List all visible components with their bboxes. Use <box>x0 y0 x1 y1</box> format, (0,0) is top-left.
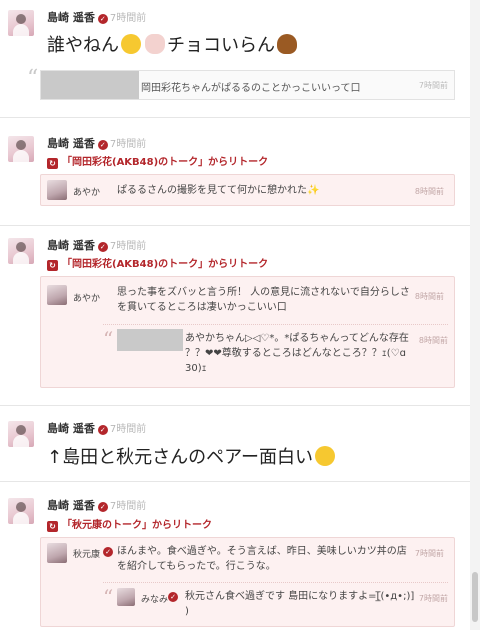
verified-check-icon: ✓ <box>103 547 113 557</box>
post-text: ↑島田と秋元さんのペアー面白い <box>47 443 337 469</box>
raised-hand-emoji-icon <box>145 34 165 54</box>
quote-icon: “ <box>103 327 114 351</box>
scrollbar-thumb[interactable] <box>472 572 478 622</box>
avatar[interactable] <box>47 543 67 563</box>
post-text-part: 誰やねん <box>47 35 119 56</box>
quoted-text: あやかちゃん▷◁♡*。*ぱるちゃんってどんな存在 ？？❤❤尊敬するところはどんな… <box>185 333 409 374</box>
verified-check-icon: ✓ <box>97 14 108 24</box>
retalk-icon: ↻ <box>47 521 58 532</box>
post-1: 島崎 遥香 ✓ 7時間前 誰やねん チョコいらん “ 岡田彩花ちゃんがぱるるのことかっ… <box>0 0 470 118</box>
laughing-emoji-icon <box>315 446 336 466</box>
post-time: 7時間前 <box>109 241 147 252</box>
post-time: 7時間前 <box>109 501 147 512</box>
post-3: 島崎 遥香 ✓ 7時間前 ↻ 「岡田彩花(AKB48)のトーク」からリトーク あやか … <box>0 226 470 406</box>
author-name[interactable]: 島崎 遥香 <box>47 499 95 512</box>
redacted-image <box>41 71 139 99</box>
baby-face-emoji-icon <box>121 34 141 54</box>
retalk-source[interactable]: ↻ 「岡田彩花(AKB48)のトーク」からリトーク <box>47 153 268 169</box>
post-header: 島崎 遥香 ✓ 7時間前 <box>47 9 146 25</box>
retalk-label: 「岡田彩花(AKB48)のトーク」からリトーク <box>62 259 269 270</box>
retalk-box[interactable]: あやか ぱるるさんの撮影を見てて何かに憩かれた✨ 8時間前 <box>40 174 455 206</box>
verified-check-icon: ✓ <box>97 242 108 252</box>
quote-icon: “ <box>27 66 39 91</box>
quoted-message[interactable]: 岡田彩花ちゃんがぱるるのことかっこいいって口 7時間前 <box>40 70 455 100</box>
author-name[interactable]: 島崎 遥香 <box>47 239 95 252</box>
post-header: 島崎 遥香 ✓ 7時間前 <box>47 497 146 513</box>
sender-name[interactable]: あやか <box>73 291 100 304</box>
sender-name[interactable]: みなみ <box>141 592 168 605</box>
quoted-text: 秋元さん食べ過ぎです 島田になりますよ=[̲̅(•д•;)] ) <box>185 591 415 617</box>
redacted-image <box>117 329 183 351</box>
avatar[interactable] <box>8 238 34 264</box>
sender-name[interactable]: あやか <box>73 185 100 198</box>
retalk-icon: ↻ <box>47 158 58 169</box>
avatar[interactable] <box>8 10 34 36</box>
message-text: 思った事をズバッと言う所！ 人の意見に流されないで自分らしさ を貫いてるところは… <box>117 287 410 313</box>
verified-check-icon: ✓ <box>97 140 108 150</box>
post-text: 誰やねん チョコいらん <box>47 31 299 57</box>
retalk-box[interactable]: あやか 思った事をズバッと言う所！ 人の意見に流されないで自分らしさ を貫いてる… <box>40 276 455 388</box>
retalk-label: 「岡田彩花(AKB48)のトーク」からリトーク <box>62 157 269 168</box>
author-name[interactable]: 島崎 遥香 <box>47 11 95 24</box>
post-header: 島崎 遥香 ✓ 7時間前 <box>47 135 146 151</box>
retalk-source[interactable]: ↻ 「岡田彩花(AKB48)のトーク」からリトーク <box>47 255 268 271</box>
post-5: 島崎 遥香 ✓ 7時間前 ↻ 「秋元康のトーク」からリトーク 秋元康 ✓ ほんまや。食… <box>0 482 470 630</box>
talk-feed: 島崎 遥香 ✓ 7時間前 誰やねん チョコいらん “ 岡田彩花ちゃんがぱるるのことかっ… <box>0 0 470 630</box>
post-time: 7時間前 <box>109 139 147 150</box>
author-name[interactable]: 島崎 遥香 <box>47 422 95 435</box>
message-text: ぱるるさんの撮影を見てて何かに憩かれた✨ <box>117 185 320 196</box>
quoted-time: 7時間前 <box>418 594 448 603</box>
post-header: 島崎 遥香 ✓ 7時間前 <box>47 420 146 436</box>
retalk-box[interactable]: 秋元康 ✓ ほんまや。食べ過ぎや。そう言えば、昨日、美味しいカツ丼の店 を紹介し… <box>40 537 455 627</box>
message-time: 8時間前 <box>414 187 444 196</box>
retalk-label: 「秋元康のトーク」からリトーク <box>62 520 212 531</box>
post-time: 7時間前 <box>109 13 147 24</box>
verified-check-icon: ✓ <box>97 425 108 435</box>
quoted-time: 7時間前 <box>418 81 448 90</box>
avatar[interactable] <box>8 498 34 524</box>
scrollbar[interactable] <box>470 0 480 630</box>
quoted-text: 岡田彩花ちゃんがぱるるのことかっこいいって口 <box>141 83 361 94</box>
message-time: 8時間前 <box>414 292 444 301</box>
poop-emoji-icon <box>277 34 297 54</box>
post-header: 島崎 遥香 ✓ 7時間前 <box>47 237 146 253</box>
retalk-source[interactable]: ↻ 「秋元康のトーク」からリトーク <box>47 516 212 532</box>
author-name[interactable]: 島崎 遥香 <box>47 137 95 150</box>
sparkles-emoji-icon: ✨ <box>307 185 320 196</box>
post-4: 島崎 遥香 ✓ 7時間前 ↑島田と秋元さんのペアー面白い <box>0 406 470 482</box>
avatar[interactable] <box>47 285 67 305</box>
avatar[interactable] <box>8 421 34 447</box>
post-time: 7時間前 <box>109 424 147 435</box>
post-text-part: ↑島田と秋元さんのペアー面白い <box>47 447 314 468</box>
quoted-time: 8時間前 <box>418 336 448 345</box>
sender-name[interactable]: 秋元康 <box>73 547 100 560</box>
verified-check-icon: ✓ <box>97 502 108 512</box>
retalk-icon: ↻ <box>47 260 58 271</box>
avatar[interactable] <box>47 180 67 200</box>
post-text-part: チョコいらん <box>167 35 275 56</box>
quoted-message[interactable]: “ みなみ ✓ 秋元さん食べ過ぎです 島田になりますよ=[̲̅(•д•;)] )… <box>103 582 448 624</box>
message-text: ほんまや。食べ過ぎや。そう言えば、昨日、美味しいカツ丼の店 を紹介してもらったで… <box>117 546 407 572</box>
message-time: 7時間前 <box>414 549 444 558</box>
quoted-message[interactable]: “ あやかちゃん▷◁♡*。*ぱるちゃんってどんな存在 ？？❤❤尊敬するところはど… <box>103 324 448 384</box>
verified-check-icon: ✓ <box>168 592 178 602</box>
quote-icon: “ <box>103 585 114 609</box>
avatar[interactable] <box>8 136 34 162</box>
post-2: 島崎 遥香 ✓ 7時間前 ↻ 「岡田彩花(AKB48)のトーク」からリトーク あやか … <box>0 118 470 226</box>
avatar[interactable] <box>117 588 135 606</box>
